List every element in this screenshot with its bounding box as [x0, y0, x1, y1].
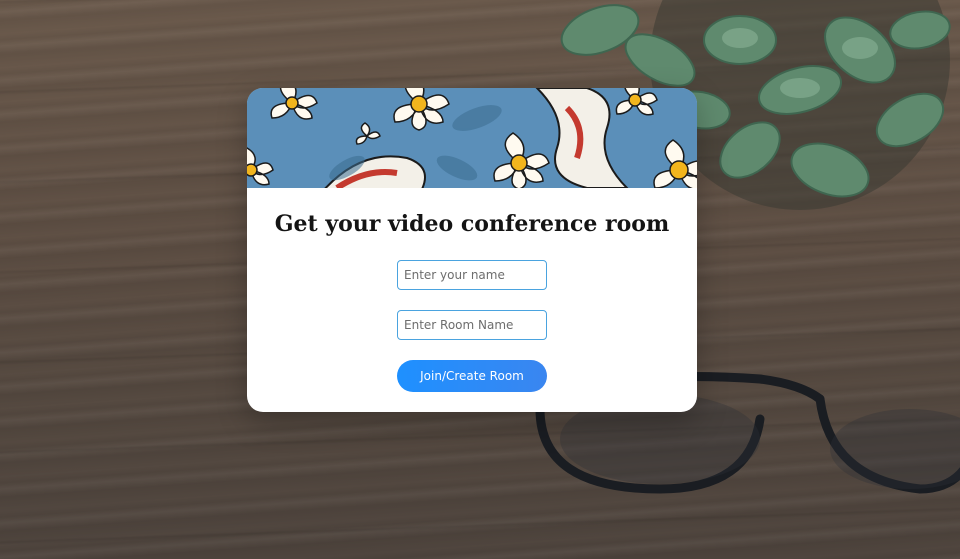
name-input[interactable]	[397, 260, 547, 290]
page-title: Get your video conference room	[274, 211, 670, 237]
join-create-room-button[interactable]: Join/Create Room	[397, 360, 547, 392]
lotus-koi-banner-image	[247, 88, 697, 188]
conference-room-card: Get your video conference room Join/Crea…	[247, 88, 697, 412]
room-name-input[interactable]	[397, 310, 547, 340]
